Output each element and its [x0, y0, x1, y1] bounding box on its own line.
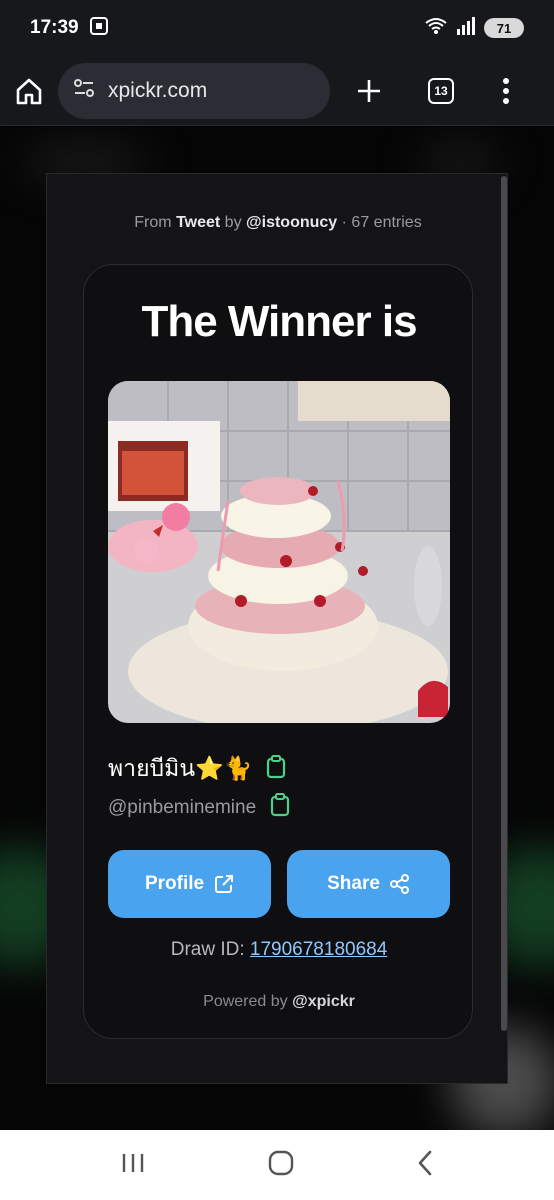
back-button[interactable]: [417, 1150, 433, 1181]
home-nav-button[interactable]: [268, 1150, 294, 1181]
draw-id: Draw ID: 1790678180684: [84, 939, 474, 961]
source-line: From Tweet by @istoonucy · 67 entries: [47, 214, 507, 232]
source-type: Tweet: [176, 214, 221, 231]
new-tab-button[interactable]: [356, 78, 382, 104]
back-icon: [418, 1150, 431, 1175]
home-button[interactable]: [14, 76, 44, 106]
author-handle[interactable]: @istoonucy: [246, 214, 337, 231]
recent-apps-icon: [123, 1153, 144, 1172]
plus-icon: [358, 79, 380, 102]
url-text: xpickr.com: [108, 78, 208, 102]
copy-name-icon[interactable]: [266, 754, 286, 784]
external-link-icon: [215, 875, 234, 893]
entries-count: · 67 entries: [341, 214, 422, 231]
battery-indicator: 71: [484, 18, 524, 38]
copy-handle-icon[interactable]: [270, 793, 290, 822]
share-button-label: Share: [327, 873, 380, 894]
status-time: 17:39: [30, 17, 79, 38]
winner-display-name: พายบีมิน⭐🐈: [108, 755, 253, 781]
winner-card: The Winner is พายบีมิน⭐🐈 @pinbeminemine …: [83, 264, 473, 1039]
signal-icon: [456, 16, 476, 40]
screenshot-icon: [89, 16, 109, 41]
recent-apps-button[interactable]: [121, 1152, 145, 1179]
browser-toolbar: xpickr.com 13: [0, 56, 554, 126]
site-settings-icon[interactable]: [72, 76, 96, 105]
winner-handle: @pinbeminemine: [108, 796, 257, 818]
winner-photo: [108, 381, 450, 723]
status-bar: 17:39 71: [0, 0, 554, 56]
powered-by-brand[interactable]: @xpickr: [292, 993, 355, 1010]
from-label: From: [134, 214, 172, 231]
winner-name-row: พายบีมิน⭐🐈: [108, 751, 286, 787]
tab-switcher-button[interactable]: 13: [428, 77, 454, 104]
powered-by: Powered by @xpickr: [84, 993, 474, 1011]
modal-scrollbar[interactable]: [501, 176, 507, 1031]
tab-count: 13: [428, 77, 454, 104]
menu-button[interactable]: [502, 77, 510, 104]
wifi-icon: [424, 17, 448, 40]
home-icon: [16, 78, 42, 104]
winner-modal: From Tweet by @istoonucy · 67 entries Th…: [46, 173, 508, 1084]
powered-by-label: Powered by: [203, 993, 288, 1010]
draw-id-link[interactable]: 1790678180684: [250, 939, 387, 960]
profile-button[interactable]: Profile: [108, 850, 271, 918]
page-title: The Winner is: [141, 297, 417, 346]
draw-id-label: Draw ID:: [170, 939, 245, 960]
home-circle-icon: [268, 1150, 294, 1175]
share-icon: [389, 874, 409, 894]
address-bar[interactable]: xpickr.com: [58, 62, 330, 119]
by-label: by: [224, 214, 242, 231]
profile-button-label: Profile: [144, 873, 205, 894]
share-button[interactable]: Share: [287, 850, 450, 918]
winner-handle-row: @pinbeminemine: [108, 793, 290, 822]
more-vert-icon: [503, 77, 509, 104]
system-nav-bar: [0, 1130, 554, 1200]
